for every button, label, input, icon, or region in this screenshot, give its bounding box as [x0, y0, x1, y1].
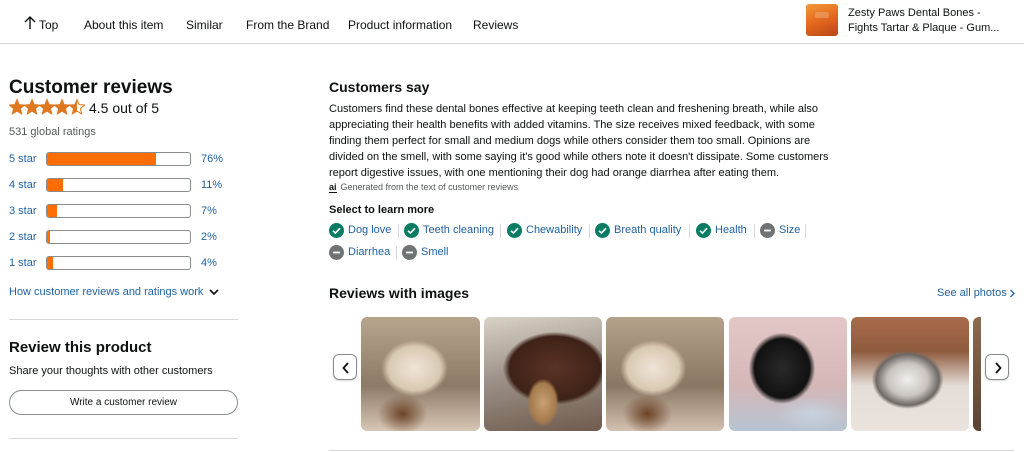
ai-note-text: Generated from the text of customer revi… [340, 182, 519, 192]
check-circle-icon [329, 223, 344, 238]
how-reviews-work-link[interactable]: How customer reviews and ratings work [9, 286, 220, 298]
histogram-bar [46, 178, 191, 192]
histogram-label: 1 star [9, 257, 37, 269]
product-title-line-2: Fights Tartar & Plaque - Gum... [848, 22, 1000, 34]
minus-circle-icon [402, 245, 417, 260]
aspect-label: Smell [421, 246, 449, 258]
aspect-separator [396, 246, 397, 260]
aspect-label: Dog love [348, 224, 392, 236]
nav-reviews-link[interactable]: Reviews [473, 18, 518, 32]
how-reviews-work-text: How customer reviews and ratings work [9, 286, 204, 298]
customers-say-heading: Customers say [329, 79, 430, 95]
section-divider [329, 450, 1014, 451]
aspect-separator [754, 224, 755, 238]
nav-about-link[interactable]: About this item [84, 18, 163, 32]
histogram-row-2-star[interactable]: 2 star 2% [9, 229, 239, 245]
star-full-icon [23, 98, 41, 116]
check-circle-icon [595, 223, 610, 238]
histogram-row-3-star[interactable]: 3 star 7% [9, 203, 239, 219]
histogram-bar [46, 230, 191, 244]
aspect-separator [805, 224, 806, 238]
aspect-label: Health [715, 224, 747, 236]
histogram-percent: 7% [201, 205, 217, 217]
nav-product-info-link[interactable]: Product information [348, 18, 452, 32]
star-full-icon [38, 98, 56, 116]
review-photo[interactable] [361, 317, 480, 431]
aspect-label: Teeth cleaning [423, 224, 494, 236]
histogram-bar-fill [47, 179, 63, 191]
product-thumbnail[interactable] [806, 4, 838, 36]
nav-top-link[interactable]: Top [39, 18, 58, 32]
aspect-label: Breath quality [614, 224, 682, 236]
histogram-bar-fill [47, 205, 57, 217]
minus-circle-icon [760, 223, 775, 238]
chevron-right-icon [1009, 289, 1015, 298]
histogram-bar-fill [47, 153, 156, 165]
aspect-separator [589, 224, 590, 238]
review-photo[interactable] [729, 317, 847, 431]
nav-similar-link[interactable]: Similar [186, 18, 223, 32]
minus-circle-icon [329, 245, 344, 260]
review-this-product-heading: Review this product [9, 339, 152, 356]
histogram-bar [46, 256, 191, 270]
star-rating [9, 98, 85, 116]
histogram-percent: 76% [201, 153, 224, 165]
histogram-bar [46, 152, 191, 166]
chevron-down-icon [209, 289, 220, 295]
chevron-left-icon [342, 362, 349, 374]
aspect-label: Chewability [526, 224, 583, 236]
star-half-icon [68, 98, 85, 116]
aspect-separator [398, 224, 399, 238]
global-ratings-count: 531 global ratings [9, 126, 96, 138]
see-all-photos-link[interactable]: See all photos [937, 287, 1016, 299]
product-title-line-1: Zesty Paws Dental Bones - [848, 7, 981, 19]
review-this-product-subtitle: Share your thoughts with other customers [9, 365, 213, 377]
ai-badge-icon: ai [329, 182, 337, 193]
check-circle-icon [404, 223, 419, 238]
write-review-button[interactable]: Write a customer review [9, 390, 238, 415]
chevron-right-icon [995, 362, 1002, 374]
check-circle-icon [507, 223, 522, 238]
check-circle-icon [696, 223, 711, 238]
histogram-row-5-star[interactable]: 5 star 76% [9, 151, 239, 167]
section-divider [9, 438, 238, 439]
ai-generated-note: ai Generated from the text of customer re… [329, 182, 518, 193]
histogram-percent: 11% [201, 179, 223, 191]
rating-out-of-text: 4.5 out of 5 [89, 100, 160, 116]
histogram-bar-fill [47, 231, 50, 243]
histogram-bar [46, 204, 191, 218]
star-full-icon [53, 98, 71, 116]
histogram-label: 2 star [9, 231, 37, 243]
review-photo[interactable] [973, 317, 981, 431]
carousel-next-button[interactable] [985, 354, 1009, 380]
histogram-row-1-star[interactable]: 1 star 4% [9, 255, 239, 271]
select-to-learn-heading: Select to learn more [329, 204, 435, 216]
customers-say-summary: Customers find these dental bones effect… [329, 103, 829, 179]
star-full-icon [9, 98, 26, 116]
histogram-percent: 4% [201, 257, 217, 269]
nav-from-brand-link[interactable]: From the Brand [246, 18, 329, 32]
aspect-separator [689, 224, 690, 238]
histogram-bar-fill [47, 257, 53, 269]
section-divider [9, 319, 238, 320]
see-all-photos-text: See all photos [937, 287, 1007, 299]
product-title-link[interactable]: Zesty Paws Dental Bones - Fights Tartar … [848, 6, 1013, 36]
review-photo[interactable] [606, 317, 724, 431]
reviews-with-images-heading: Reviews with images [329, 285, 470, 301]
histogram-label: 5 star [9, 153, 37, 165]
aspect-label: Diarrhea [348, 246, 391, 258]
histogram-label: 4 star [9, 179, 37, 191]
aspect-label: Size [779, 224, 801, 236]
review-photo[interactable] [851, 317, 969, 431]
histogram-row-4-star[interactable]: 4 star 11% [9, 177, 239, 193]
carousel-prev-button[interactable] [333, 354, 357, 380]
review-photo[interactable] [484, 317, 602, 431]
product-section-nav: Top About this item Similar From the Bra… [0, 0, 1024, 44]
customer-reviews-heading: Customer reviews [9, 77, 173, 98]
histogram-label: 3 star [9, 205, 37, 217]
aspect-separator [500, 224, 501, 238]
arrow-up-icon [24, 16, 36, 29]
histogram-percent: 2% [201, 231, 217, 243]
